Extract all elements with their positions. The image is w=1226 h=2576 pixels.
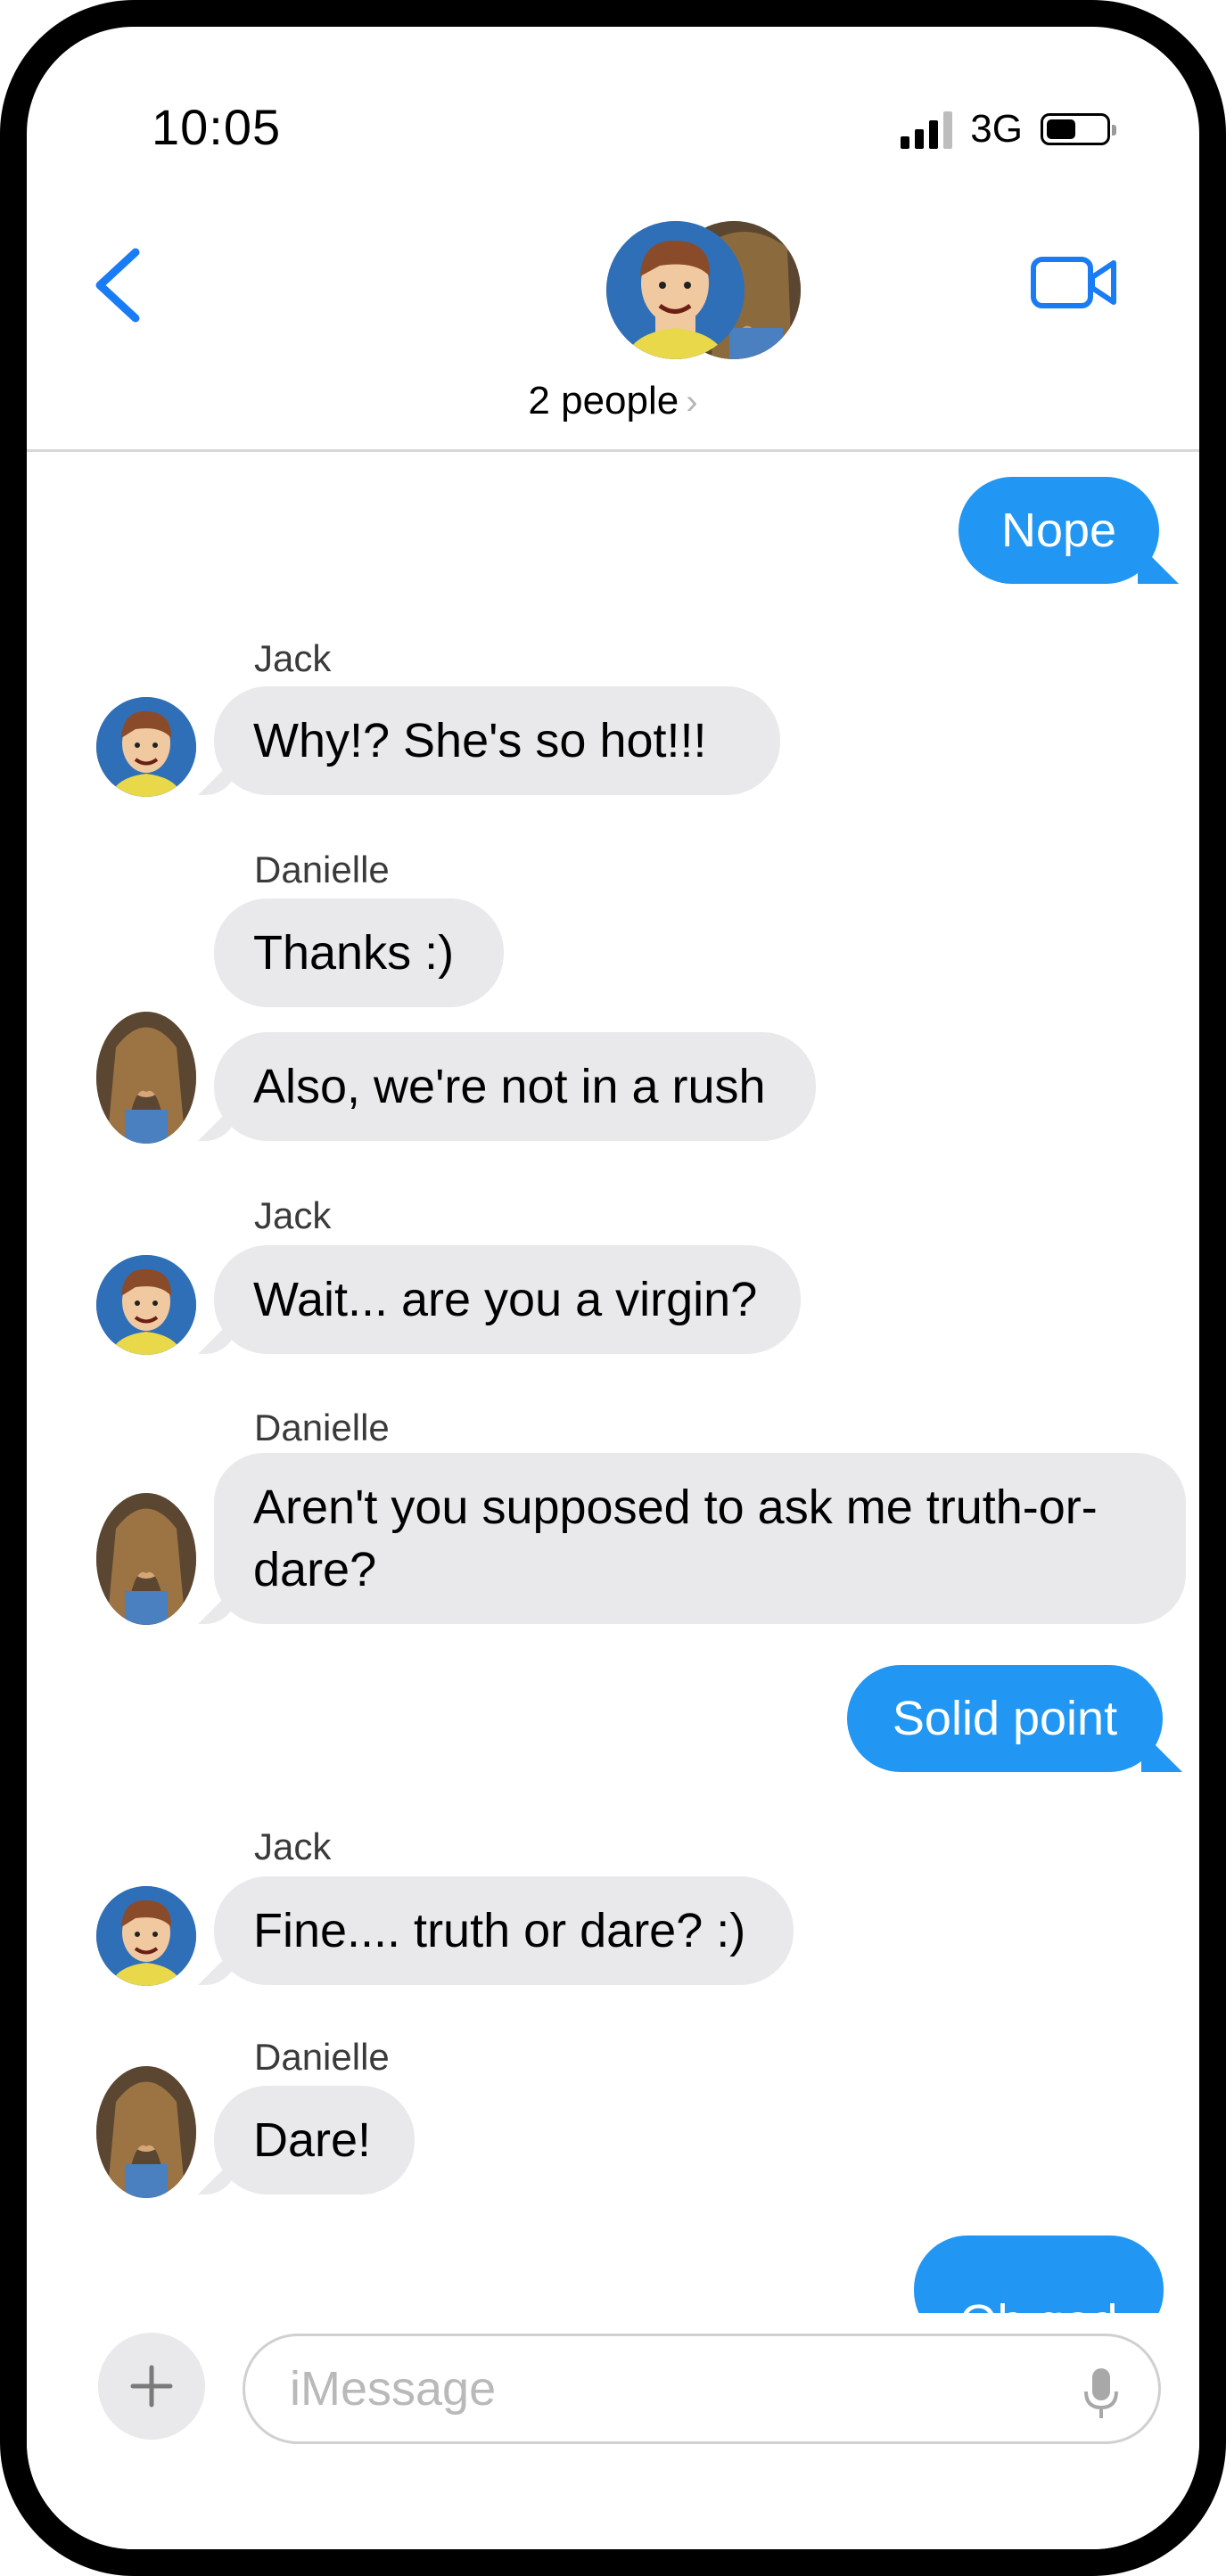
message-input[interactable]: iMessage — [243, 2334, 1161, 2444]
group-avatars[interactable] — [606, 221, 801, 364]
sender-name: Danielle — [254, 2036, 390, 2078]
plus-button[interactable] — [98, 2333, 205, 2440]
status-indicators: 3G — [901, 107, 1116, 152]
people-count: 2 people — [528, 379, 679, 422]
message-text: Fine.... truth or dare? :) — [253, 1904, 746, 1957]
header-divider — [27, 449, 1199, 452]
danielle-avatar — [96, 2066, 196, 2198]
incoming-message[interactable]: Also, we're not in a rush — [214, 1032, 816, 1141]
message-text: Thanks :) — [253, 926, 455, 980]
signal-icon — [901, 110, 953, 149]
incoming-message[interactable]: Fine.... truth or dare? :) — [214, 1876, 794, 1985]
sender-name: Danielle — [254, 849, 390, 890]
group-people-label[interactable]: 2 people › — [27, 379, 1199, 423]
incoming-message[interactable]: Why!? She's so hot!!! — [214, 686, 780, 795]
video-camera-icon[interactable] — [1030, 254, 1119, 311]
phone-frame: 10:05 3G 2 people › Nope Jack Why!? She'… — [0, 0, 1226, 2576]
battery-icon — [1041, 113, 1116, 145]
incoming-message[interactable]: Dare! — [214, 2086, 415, 2195]
message-placeholder: iMessage — [290, 2362, 497, 2416]
jack-avatar — [96, 1886, 196, 1986]
back-chevron-icon[interactable] — [89, 245, 152, 325]
outgoing-message[interactable]: Nope — [959, 477, 1159, 584]
message-text: Also, we're not in a rush — [253, 1060, 766, 1113]
chevron-right-icon: › — [686, 382, 698, 422]
sender-name: Jack — [254, 637, 332, 679]
jack-avatar — [606, 221, 745, 359]
message-text: Dare! — [253, 2113, 372, 2167]
message-text: Wait... are you a virgin? — [253, 1273, 758, 1326]
message-text-line: dare? — [253, 1543, 377, 1596]
jack-avatar — [96, 1255, 196, 1355]
jack-avatar — [96, 697, 196, 797]
outgoing-message[interactable]: Solid point — [847, 1665, 1163, 1772]
sender-name: Jack — [254, 1194, 332, 1236]
sender-name: Jack — [254, 1825, 332, 1867]
message-text: Why!? She's so hot!!! — [253, 714, 707, 767]
plus-icon — [130, 2365, 173, 2408]
incoming-message[interactable]: Wait... are you a virgin? — [214, 1245, 801, 1354]
incoming-message[interactable]: Aren't you supposed to ask me truth-or- … — [214, 1453, 1186, 1624]
message-text-line: Aren't you supposed to ask me truth-or- — [253, 1481, 1098, 1534]
microphone-icon[interactable] — [1083, 2367, 1119, 2420]
sender-name: Danielle — [254, 1407, 390, 1448]
network-type: 3G — [970, 107, 1023, 151]
message-text: Solid point — [892, 1692, 1118, 1745]
message-text: Nope — [1000, 504, 1117, 557]
incoming-message[interactable]: Thanks :) — [214, 898, 504, 1007]
danielle-avatar — [96, 1012, 196, 1144]
status-time: 10:05 — [152, 99, 282, 155]
danielle-avatar — [96, 1493, 196, 1625]
